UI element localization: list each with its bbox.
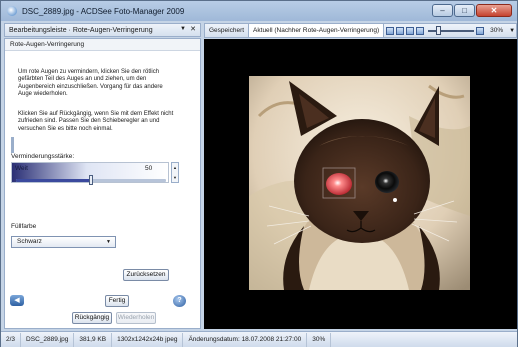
zoom-slider[interactable] xyxy=(428,25,475,35)
tab-saved[interactable]: Gespeichert xyxy=(205,24,250,37)
undo-button[interactable]: Rückgängig xyxy=(72,312,112,324)
back-arrow-icon[interactable]: ◀ xyxy=(10,295,24,306)
window-controls: – □ ✕ xyxy=(431,4,512,17)
panel-dropdown-icon[interactable]: ▼ xyxy=(180,26,186,32)
fit-window-icon[interactable] xyxy=(396,26,405,35)
spin-down-icon[interactable]: ▼ xyxy=(173,173,177,183)
panel-scroll-grip[interactable] xyxy=(11,137,14,153)
image-viewer[interactable] xyxy=(204,39,517,329)
status-filesize: 381,9 KB xyxy=(74,332,113,347)
instructions-paragraph-2: Klicken Sie auf Rückgängig, wenn Sie mit… xyxy=(18,111,174,132)
redo-button[interactable]: Wiederholen xyxy=(116,312,156,324)
zoom-value: 30% xyxy=(490,27,504,34)
strength-spinner[interactable]: ▲ ▼ xyxy=(171,162,179,183)
panel-title: Rote-Augen-Verringerung xyxy=(5,39,200,51)
status-modified: Änderungsdatum: 18.07.2008 21:27:00 xyxy=(183,332,308,347)
strength-slider-fill xyxy=(16,179,91,182)
spin-up-icon[interactable]: ▲ xyxy=(173,163,177,173)
status-position: 2/3 xyxy=(1,332,22,347)
strength-name: Weit xyxy=(15,165,28,172)
edit-panel-title: Bearbeitungsleiste · Rote-Augen-Verringe… xyxy=(9,26,153,34)
edit-panel-header: Bearbeitungsleiste · Rote-Augen-Verringe… xyxy=(4,23,201,37)
reset-button[interactable]: Zurücksetzen xyxy=(123,269,169,281)
done-button[interactable]: Fertig xyxy=(105,295,129,307)
zoom-in-icon[interactable] xyxy=(476,26,485,35)
viewer-toolbar: Gespeichert Aktuell (Nachher Rote-Augen-… xyxy=(204,23,517,38)
zoom-out-icon[interactable] xyxy=(416,26,425,35)
title-bar[interactable]: DSC_2889.jpg - ACDSee Foto-Manager 2009 … xyxy=(1,1,517,21)
strength-slider-thumb[interactable] xyxy=(89,175,93,185)
status-filename: DSC_2889.jpg xyxy=(21,332,75,347)
split-view-icon[interactable] xyxy=(386,26,395,35)
help-icon[interactable]: ? xyxy=(173,295,186,307)
strength-label: Verminderungsstärke: xyxy=(11,153,75,160)
fill-color-value: Schwarz xyxy=(17,238,42,245)
minimize-button[interactable]: – xyxy=(432,4,453,17)
cat-photo[interactable] xyxy=(249,76,470,290)
fill-color-select[interactable]: Schwarz ▼ xyxy=(11,236,116,248)
red-eye-panel: Rote-Augen-Verringerung Um rote Augen zu… xyxy=(4,38,201,329)
zoom-menu-icon[interactable]: ▼ xyxy=(509,28,515,34)
chevron-down-icon: ▼ xyxy=(106,239,111,245)
fill-color-label: Füllfarbe xyxy=(11,223,37,230)
status-dimensions: 1302x1242x24b jpeg xyxy=(112,332,184,347)
tab-current[interactable]: Aktuell (Nachher Rote-Augen-Verringerung… xyxy=(249,24,385,37)
actual-size-icon[interactable] xyxy=(406,26,415,35)
window-title: DSC_2889.jpg - ACDSee Foto-Manager 2009 xyxy=(22,6,185,16)
strength-value[interactable]: 50 xyxy=(145,165,152,172)
app-window: DSC_2889.jpg - ACDSee Foto-Manager 2009 … xyxy=(0,0,518,347)
cat-photo-svg xyxy=(249,76,470,290)
maximize-button[interactable]: □ xyxy=(454,4,475,17)
acdsee-logo-icon xyxy=(7,6,17,16)
instructions-paragraph-1: Um rote Augen zu vermindern, klicken Sie… xyxy=(18,69,163,98)
panel-footer: ◀ Fertig ? Rückgängig Wiederholen xyxy=(4,289,201,329)
status-zoom: 30% xyxy=(307,332,332,347)
status-bar: 2/3 DSC_2889.jpg 381,9 KB 1302x1242x24b … xyxy=(1,331,517,347)
panel-close-icon[interactable]: ✕ xyxy=(190,25,196,33)
zoom-slider-thumb[interactable] xyxy=(436,25,442,35)
close-button[interactable]: ✕ xyxy=(476,4,512,17)
